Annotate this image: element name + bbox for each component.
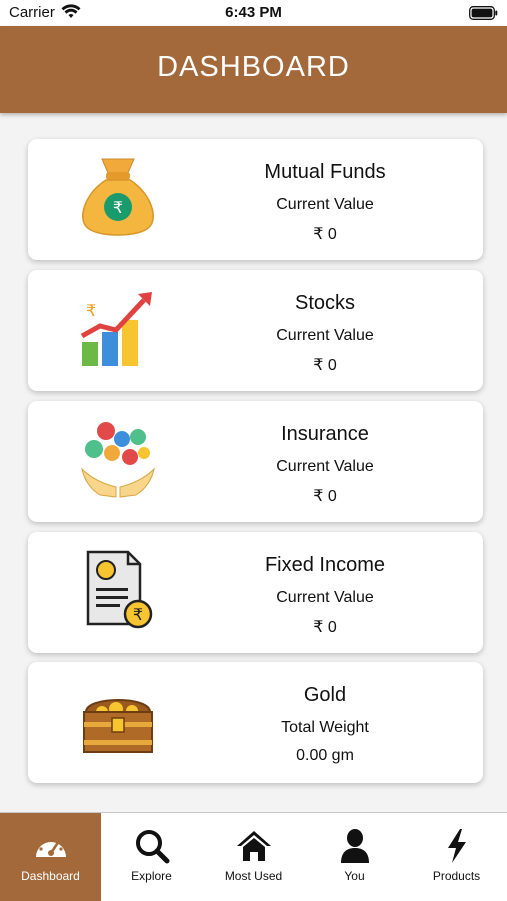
- card-label: Current Value: [276, 589, 374, 606]
- search-icon: [136, 830, 170, 864]
- svg-text:₹: ₹: [133, 605, 143, 624]
- tab-dashboard[interactable]: Dashboard: [0, 813, 101, 901]
- card-value: ₹ 0: [313, 619, 337, 636]
- stock-growth-icon: ₹: [80, 292, 152, 366]
- tab-label: Explore: [131, 869, 172, 883]
- tab-most-used[interactable]: Most Used: [203, 813, 304, 901]
- card-mutual-funds[interactable]: ₹ Mutual Funds Current Value ₹ 0: [28, 139, 483, 260]
- home-icon: [237, 831, 271, 861]
- card-label: Current Value: [276, 327, 374, 344]
- insurance-hands-icon: [81, 422, 155, 498]
- tab-label: Products: [432, 869, 481, 883]
- tab-products[interactable]: Products: [406, 813, 507, 901]
- card-value: ₹ 0: [313, 488, 337, 505]
- money-bag-icon: ₹: [82, 158, 154, 236]
- tab-explore[interactable]: Explore: [101, 813, 202, 901]
- certificate-icon: ₹: [86, 550, 153, 629]
- card-value: 0.00 gm: [296, 747, 354, 764]
- treasure-chest-icon: [83, 699, 153, 753]
- card-title: Mutual Funds: [264, 161, 386, 183]
- header-bar: DASHBOARD: [0, 26, 507, 113]
- card-label: Current Value: [276, 458, 374, 475]
- card-value: ₹ 0: [313, 357, 337, 374]
- speedometer-icon: [36, 836, 66, 857]
- card-label: Total Weight: [281, 719, 369, 736]
- svg-text:₹: ₹: [113, 198, 123, 217]
- card-stocks[interactable]: ₹ Stocks Current Value ₹ 0: [28, 270, 483, 391]
- user-icon: [341, 829, 369, 863]
- card-title: Gold: [303, 684, 347, 706]
- tab-label: You: [344, 869, 365, 883]
- card-label: Current Value: [276, 196, 374, 213]
- status-bar: Carrier 6:43 PM: [0, 0, 507, 26]
- svg-text:₹: ₹: [86, 301, 96, 320]
- battery-icon: [469, 6, 498, 20]
- tab-you[interactable]: You: [304, 813, 405, 901]
- tab-label: Most Used: [224, 869, 283, 883]
- card-fixed-income[interactable]: ₹ Fixed Income Current Value ₹ 0: [28, 532, 483, 653]
- card-title: Insurance: [281, 423, 369, 445]
- card-insurance[interactable]: Insurance Current Value ₹ 0: [28, 401, 483, 522]
- status-time: 6:43 PM: [225, 4, 282, 21]
- card-gold[interactable]: Gold Total Weight 0.00 gm: [28, 662, 483, 783]
- lightning-icon: [448, 829, 466, 863]
- card-value: ₹ 0: [313, 226, 337, 243]
- page-title: DASHBOARD: [157, 51, 350, 83]
- card-title: Fixed Income: [264, 554, 386, 576]
- tab-label: Dashboard: [21, 869, 80, 883]
- card-title: Stocks: [294, 292, 356, 314]
- bottom-tab-bar: Dashboard Explore Most Used You Products: [0, 812, 507, 901]
